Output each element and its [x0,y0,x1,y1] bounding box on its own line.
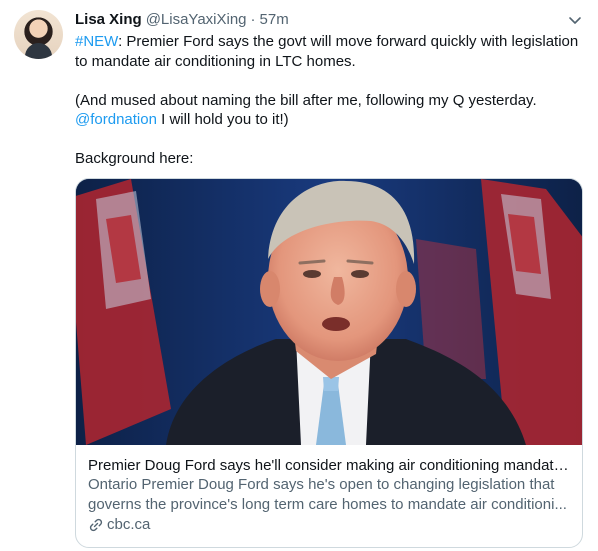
tweet[interactable]: Lisa Xing @LisaYaxiXing · 57m #NEW: Prem… [0,0,598,551]
card-domain-text: cbc.ca [107,516,151,533]
tweet-text: #NEW: Premier Ford says the govt will mo… [75,32,583,169]
tweet-paragraph-1: #NEW: Premier Ford says the govt will mo… [75,32,583,71]
author-name[interactable]: Lisa Xing [75,10,142,30]
card-description: Ontario Premier Doug Ford says he's open… [88,475,570,514]
tweet-paragraph-3: Background here: [75,150,194,167]
person-photo-with-flags-icon [76,178,582,445]
tweet-paragraph-2-start: (And mused about naming the bill after m… [75,91,537,109]
link-preview-card[interactable]: Premier Doug Ford says he'll consider ma… [75,177,583,548]
card-domain: cbc.ca [88,515,570,535]
hashtag-link[interactable]: #NEW [75,33,118,50]
card-title[interactable]: Premier Doug Ford says he'll consider ma… [88,456,570,476]
tweet-timestamp[interactable]: 57m [260,10,289,30]
tweet-header: Lisa Xing @LisaYaxiXing · 57m [75,10,583,30]
chevron-down-icon[interactable] [565,10,585,30]
tweet-content: Lisa Xing @LisaYaxiXing · 57m #NEW: Prem… [75,10,583,548]
card-description-line-2: governs the province's long term care ho… [88,495,567,513]
avatar[interactable] [14,10,63,59]
chevron-down-icon-svg [569,17,581,24]
avatar-body [25,43,52,59]
tweet-paragraph-2: (And mused about naming the bill after m… [75,91,583,130]
tweet-paragraph-2-end: I will hold you to it!) [156,111,289,128]
author-handle[interactable]: @LisaYaxiXing [146,10,247,30]
card-image[interactable] [76,178,582,445]
card-description-line-1: Ontario Premier Doug Ford says he's open… [88,476,555,493]
tweet-paragraph-1-text: : Premier Ford says the govt will move f… [75,33,579,70]
link-icon [88,517,104,533]
card-body: Premier Doug Ford says he'll consider ma… [76,445,582,536]
separator-dot: · [250,11,256,28]
mention-link[interactable]: @fordnation [75,111,157,128]
